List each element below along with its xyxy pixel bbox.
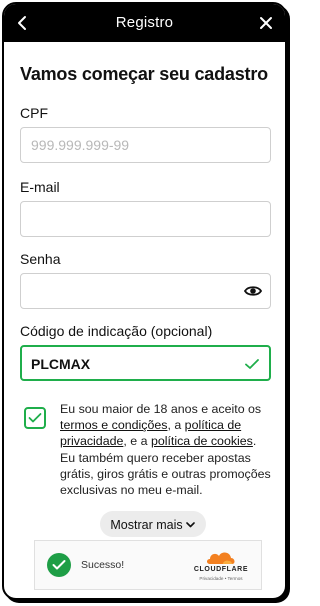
registration-modal: Registro Vamos começar seu cadastro CPF …: [2, 2, 287, 600]
registration-form: Vamos começar seu cadastro CPF E-mail Se…: [20, 42, 271, 537]
cookie-policy-link[interactable]: política de cookies: [151, 434, 253, 448]
referral-code-input[interactable]: [31, 347, 233, 381]
consent-text: Eu sou maior de 18 anos e aceito os term…: [60, 402, 271, 498]
checkmark-icon: [28, 413, 42, 423]
captcha-status: Sucesso!: [81, 559, 125, 571]
cpf-input[interactable]: [31, 128, 234, 162]
cloudflare-captcha-widget: Sucesso! CLOUDFLARE Privacidade • Termos: [34, 540, 262, 590]
terms-link[interactable]: termos e condições: [60, 418, 167, 432]
check-icon: [243, 355, 261, 373]
modal-header: Registro: [4, 4, 285, 42]
consent-checkbox[interactable]: [24, 407, 46, 429]
cloud-icon: [207, 552, 235, 564]
eye-icon[interactable]: [243, 282, 263, 300]
email-field-box: [20, 201, 271, 237]
cpf-label: CPF: [20, 105, 48, 121]
cloudflare-logo: CLOUDFLARE Privacidade • Termos: [191, 549, 251, 583]
email-input[interactable]: [31, 202, 234, 236]
referral-code-label: Código de indicação (opcional): [20, 323, 213, 339]
modal-title: Registro: [115, 14, 174, 31]
referral-code-field-box: [20, 345, 271, 381]
cpf-field-box: [20, 127, 271, 163]
close-icon[interactable]: [255, 12, 277, 34]
cloudflare-wordmark: CLOUDFLARE: [193, 566, 249, 573]
page-title: Vamos começar seu cadastro: [20, 64, 268, 84]
captcha-links[interactable]: Privacidade • Termos: [191, 576, 251, 581]
password-label: Senha: [20, 251, 61, 267]
chevron-down-icon: [185, 522, 195, 528]
email-label: E-mail: [20, 179, 60, 195]
password-input[interactable]: [31, 274, 234, 308]
success-check-icon: [47, 553, 71, 577]
password-field-box: [20, 273, 271, 309]
consent-section: Eu sou maior de 18 anos e aceito os term…: [20, 401, 271, 501]
show-more-button[interactable]: Mostrar mais: [99, 511, 206, 537]
